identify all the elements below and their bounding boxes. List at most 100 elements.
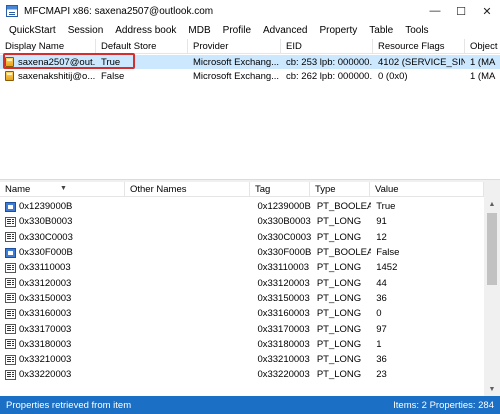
message-store-list: Display Name Default Store Provider EID … xyxy=(0,38,500,179)
long-property-icon xyxy=(5,278,16,289)
property-row[interactable]: 0x33160003 0x33160003 PT_LONG 0 xyxy=(0,306,484,321)
boolean-property-icon xyxy=(5,247,16,258)
column-eid[interactable]: EID xyxy=(281,38,373,54)
prop-value: 1 xyxy=(376,338,382,350)
scroll-up-icon[interactable]: ▲ xyxy=(484,197,500,211)
minimize-icon[interactable]: — xyxy=(422,0,448,22)
prop-type: PT_LONG xyxy=(316,338,362,350)
prop-name: 0x33210003 xyxy=(19,354,72,366)
prop-type: PT_LONG xyxy=(316,354,362,366)
column-tag[interactable]: Tag xyxy=(250,181,310,197)
prop-name: 0x33180003 xyxy=(19,338,72,350)
menu-quickstart[interactable]: QuickStart xyxy=(0,25,62,36)
prop-tag: 0x33210003 xyxy=(257,354,310,366)
property-list-header: Name ▼ Other Names Tag Type Value xyxy=(0,181,500,197)
prop-name: 0x330B0003 xyxy=(19,216,73,228)
long-property-icon xyxy=(5,339,16,350)
vertical-scrollbar[interactable]: ▲ ▼ xyxy=(484,197,500,396)
prop-type: PT_LONG xyxy=(316,216,362,228)
prop-name: 0x33150003 xyxy=(19,292,72,304)
prop-value: 97 xyxy=(376,323,387,335)
scrollbar-thumb[interactable] xyxy=(487,213,497,285)
boolean-property-icon xyxy=(5,201,16,212)
menu-address-book[interactable]: Address book xyxy=(109,25,182,36)
property-row[interactable]: 0x33150003 0x33150003 PT_LONG 36 xyxy=(0,291,484,306)
prop-value: 23 xyxy=(376,369,387,381)
prop-tag: 0x33160003 xyxy=(257,308,310,320)
property-row[interactable]: 0x33220003 0x33220003 PT_LONG 23 xyxy=(0,367,484,382)
prop-name: 0x33160003 xyxy=(19,308,72,320)
prop-name: 0x330F000B xyxy=(19,247,73,259)
prop-type: PT_LONG xyxy=(316,277,362,289)
prop-tag: 0x33150003 xyxy=(257,292,310,304)
prop-value: 36 xyxy=(376,354,387,366)
prop-type: PT_LONG xyxy=(316,292,362,304)
property-row[interactable]: 0x33170003 0x33170003 PT_LONG 97 xyxy=(0,321,484,336)
property-row[interactable]: 0x33210003 0x33210003 PT_LONG 36 xyxy=(0,352,484,367)
column-value[interactable]: Value xyxy=(370,181,484,197)
menu-property[interactable]: Property xyxy=(314,25,364,36)
prop-name: 0x33120003 xyxy=(19,277,72,289)
long-property-icon xyxy=(5,369,16,380)
column-provider[interactable]: Provider xyxy=(188,38,281,54)
long-property-icon xyxy=(5,308,16,319)
prop-tag: 0x330F000B xyxy=(257,247,312,259)
status-counts: Items: 2 Properties: 284 xyxy=(393,399,494,411)
store-object: 1 (MA xyxy=(470,70,496,82)
menu-advanced[interactable]: Advanced xyxy=(257,25,313,36)
store-provider: Microsoft Exchang... xyxy=(193,70,280,82)
store-row[interactable]: saxenakshitij@o... False Microsoft Excha… xyxy=(0,69,500,83)
title-bar: MFCMAPI x86: saxena2507@outlook.com — ☐ … xyxy=(0,0,500,22)
store-resource-flags: 0 (0x0) xyxy=(378,70,408,82)
column-other-names[interactable]: Other Names xyxy=(125,181,250,197)
prop-value: 36 xyxy=(376,292,387,304)
column-name[interactable]: Name ▼ xyxy=(0,181,125,197)
prop-value: 12 xyxy=(376,231,387,243)
store-list-header: Display Name Default Store Provider EID … xyxy=(0,38,500,54)
property-row[interactable]: 0x33110003 0x33110003 PT_LONG 1452 xyxy=(0,260,484,275)
prop-type: PT_LONG xyxy=(316,262,362,274)
column-display-name[interactable]: Display Name xyxy=(0,38,96,54)
menu-mdb[interactable]: MDB xyxy=(182,25,216,36)
property-row[interactable]: 0x1239000B 0x1239000B PT_BOOLEAN True xyxy=(0,199,484,214)
maximize-icon[interactable]: ☐ xyxy=(448,0,474,22)
prop-type: PT_LONG xyxy=(316,308,362,320)
store-eid: cb: 253 lpb: 000000... xyxy=(286,56,373,68)
highlight-box xyxy=(3,53,135,69)
menu-table[interactable]: Table xyxy=(363,25,399,36)
menu-profile[interactable]: Profile xyxy=(217,25,257,36)
menu-bar: QuickStart Session Address book MDB Prof… xyxy=(0,22,500,39)
prop-tag: 0x33180003 xyxy=(257,338,310,350)
column-resource-flags[interactable]: Resource Flags xyxy=(373,38,465,54)
property-row[interactable]: 0x330B0003 0x330B0003 PT_LONG 91 xyxy=(0,214,484,229)
store-object: 1 (MA xyxy=(470,56,496,68)
header-scroll-corner xyxy=(484,181,500,197)
prop-name: 0x330C0003 xyxy=(19,231,73,243)
column-name-label: Name xyxy=(5,183,31,195)
property-row[interactable]: 0x33180003 0x33180003 PT_LONG 1 xyxy=(0,337,484,352)
close-icon[interactable]: ✕ xyxy=(474,0,500,22)
prop-type: PT_BOOLEAN xyxy=(316,247,372,259)
property-row[interactable]: 0x330C0003 0x330C0003 PT_LONG 12 xyxy=(0,230,484,245)
scroll-down-icon[interactable]: ▼ xyxy=(484,382,500,396)
long-property-icon xyxy=(5,232,16,243)
property-row[interactable]: 0x330F000B 0x330F000B PT_BOOLEAN False xyxy=(0,245,484,260)
menu-tools[interactable]: Tools xyxy=(399,25,434,36)
prop-value: False xyxy=(376,247,400,259)
menu-session[interactable]: Session xyxy=(62,25,110,36)
property-list: Name ▼ Other Names Tag Type Value 0x1239… xyxy=(0,181,500,396)
prop-type: PT_LONG xyxy=(316,369,362,381)
prop-value: True xyxy=(376,201,396,213)
prop-type: PT_LONG xyxy=(316,323,362,335)
column-type[interactable]: Type xyxy=(310,181,370,197)
long-property-icon xyxy=(5,324,16,335)
long-property-icon xyxy=(5,293,16,304)
window-title: MFCMAPI x86: saxena2507@outlook.com xyxy=(24,5,214,17)
prop-tag: 0x33170003 xyxy=(257,323,310,335)
prop-tag: 0x33110003 xyxy=(257,262,310,274)
column-default-store[interactable]: Default Store xyxy=(96,38,188,54)
property-row[interactable]: 0x33120003 0x33120003 PT_LONG 44 xyxy=(0,276,484,291)
column-object[interactable]: Object xyxy=(465,39,500,54)
store-default: False xyxy=(101,70,125,82)
status-bar: Properties retrieved from item Items: 2 … xyxy=(0,396,500,414)
